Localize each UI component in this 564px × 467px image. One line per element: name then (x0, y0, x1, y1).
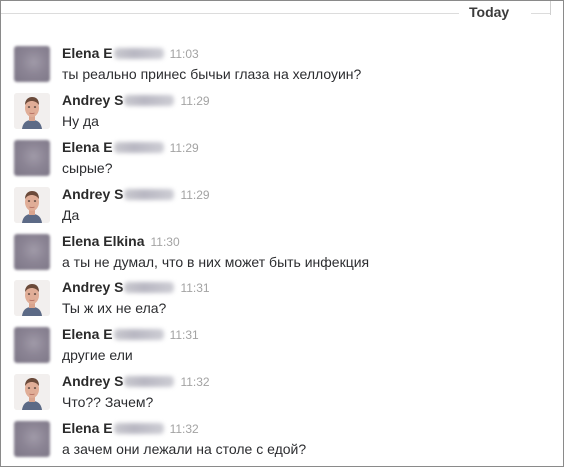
author-name[interactable]: Elena Elkina (62, 233, 144, 249)
author-name[interactable]: Andrey S (62, 186, 123, 202)
message-text: а зачем они лежали на столе с едой? (62, 441, 307, 458)
message-text: Да (62, 206, 80, 223)
message-text: Ну да (62, 112, 99, 129)
redacted-name-part (124, 188, 175, 200)
redacted-name-part (124, 282, 175, 294)
message-timestamp[interactable]: 11:31 (170, 328, 199, 342)
blurred-avatar[interactable] (14, 327, 50, 364)
author-name[interactable]: Elena E (62, 420, 113, 436)
message-author[interactable]: Andrey S 11:29 (62, 92, 210, 108)
message-text: сырые? (62, 159, 113, 176)
message: Elena E 11:03 ты реально принес бычьи гла… (1, 43, 563, 90)
male-face-avatar[interactable] (14, 280, 50, 317)
male-face-avatar[interactable] (14, 374, 50, 411)
message-author[interactable]: Elena Elkina 11:30 (62, 233, 180, 249)
message-timestamp[interactable]: 11:31 (180, 281, 209, 295)
message-timestamp[interactable]: 11:32 (170, 422, 199, 436)
message-author[interactable]: Andrey S 11:32 (62, 373, 210, 389)
message-author[interactable]: Andrey S 11:29 (62, 186, 210, 202)
blurred-avatar[interactable] (14, 139, 50, 176)
message: Andrey S 11:29 Да (1, 184, 563, 231)
redacted-name-part (113, 423, 164, 435)
message-timestamp[interactable]: 11:03 (170, 47, 199, 61)
message-text: ты реально принес бычьи глаза на хеллоуи… (62, 66, 362, 82)
author-name[interactable]: Elena E (62, 45, 113, 61)
redacted-name-part (113, 141, 164, 153)
message-timestamp[interactable]: 11:30 (150, 235, 179, 249)
message-timestamp[interactable]: 11:29 (180, 188, 209, 202)
message-text: другие ели (62, 347, 133, 364)
message: Andrey S 11:32 Что?? Зачем? (1, 371, 563, 418)
message-text: Ты ж их не ела? (62, 300, 167, 317)
redacted-name-part (113, 48, 164, 59)
male-face-avatar[interactable] (14, 92, 50, 129)
author-name[interactable]: Andrey S (62, 373, 123, 389)
male-face-avatar[interactable] (14, 186, 50, 223)
message-timestamp[interactable]: 11:29 (180, 94, 209, 108)
message-author[interactable]: Elena E 11:31 (62, 326, 199, 342)
message: Andrey S 11:31 Ты ж их не ела? (1, 277, 563, 324)
divider-line (531, 13, 551, 14)
message-author[interactable]: Elena E 11:29 (62, 139, 199, 155)
divider-tick (550, 1, 551, 15)
blurred-avatar[interactable] (14, 233, 50, 270)
day-divider-label: Today (469, 4, 510, 20)
author-name[interactable]: Andrey S (62, 279, 123, 295)
message-author[interactable]: Elena E 11:03 (62, 45, 199, 61)
redacted-name-part (113, 329, 164, 341)
message: Elena Elkina 11:30 а ты не думал, что в н… (1, 231, 563, 278)
message: Elena E 11:29 сырые? (1, 137, 563, 184)
message-timestamp[interactable]: 11:32 (180, 375, 209, 389)
blurred-avatar[interactable] (14, 421, 50, 458)
message-list: Elena E 11:03 ты реально принес бычьи гла… (1, 43, 563, 465)
chat-window: Today Elena E 11:03 ты реально принес быч… (0, 0, 564, 467)
message-author[interactable]: Andrey S 11:31 (62, 279, 210, 295)
message: Andrey S 11:29 Ну да (1, 90, 563, 137)
message-author[interactable]: Elena E 11:32 (62, 420, 199, 436)
author-name[interactable]: Elena E (62, 139, 113, 155)
day-divider: Today (1, 1, 563, 27)
message-text: Что?? Зачем? (62, 394, 154, 411)
message-timestamp[interactable]: 11:29 (170, 141, 199, 155)
message-text: а ты не думал, что в них может быть инфе… (62, 253, 370, 270)
redacted-name-part (124, 94, 175, 106)
author-name[interactable]: Andrey S (62, 92, 123, 108)
divider-line (1, 13, 459, 14)
blurred-avatar[interactable] (14, 46, 50, 82)
redacted-name-part (124, 376, 175, 388)
author-name[interactable]: Elena E (62, 326, 113, 342)
message: Elena E 11:31 другие ели (1, 324, 563, 371)
message: Elena E 11:32 а зачем они лежали на столе… (1, 418, 563, 465)
